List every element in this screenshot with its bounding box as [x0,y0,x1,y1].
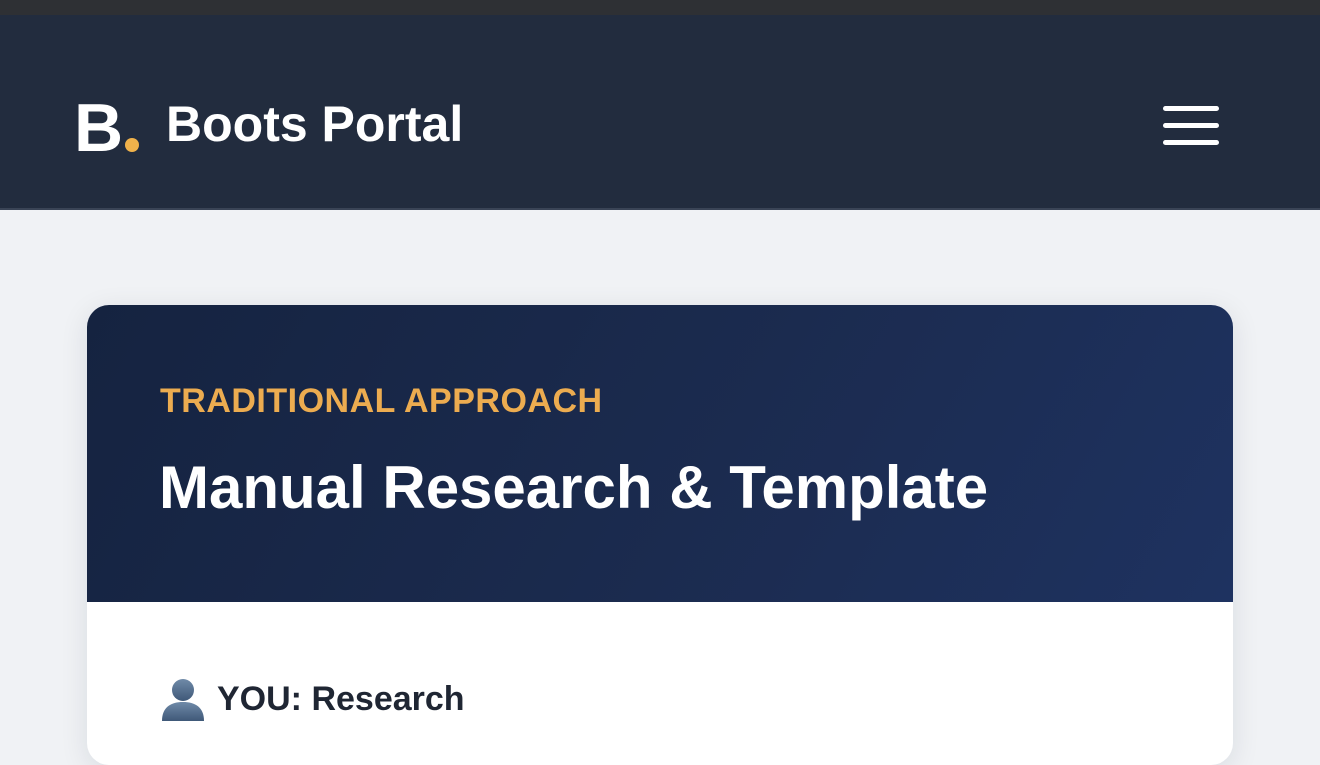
card-header: TRADITIONAL APPROACH Manual Research & T… [87,305,1233,602]
section-label: YOU: Research [217,680,465,718]
logo-letter: B [74,90,123,166]
approach-card: TRADITIONAL APPROACH Manual Research & T… [87,305,1233,765]
section-heading: YOU: Research [159,677,465,721]
brand-name[interactable]: Boots Portal [166,93,463,155]
user-silhouette-icon [162,679,204,721]
hamburger-menu-icon[interactable] [1160,103,1220,149]
brand-logo[interactable]: B [74,79,140,166]
browser-top-strip [0,0,1320,15]
menu-bar-bottom [1163,140,1219,145]
menu-bar-top [1163,106,1219,111]
menu-bar-middle [1163,123,1219,128]
top-navbar: B Boots Portal [0,15,1320,208]
approach-eyebrow: TRADITIONAL APPROACH [160,382,603,420]
logo-accent-dot [125,138,140,152]
card-title: Manual Research & Template [159,454,989,521]
